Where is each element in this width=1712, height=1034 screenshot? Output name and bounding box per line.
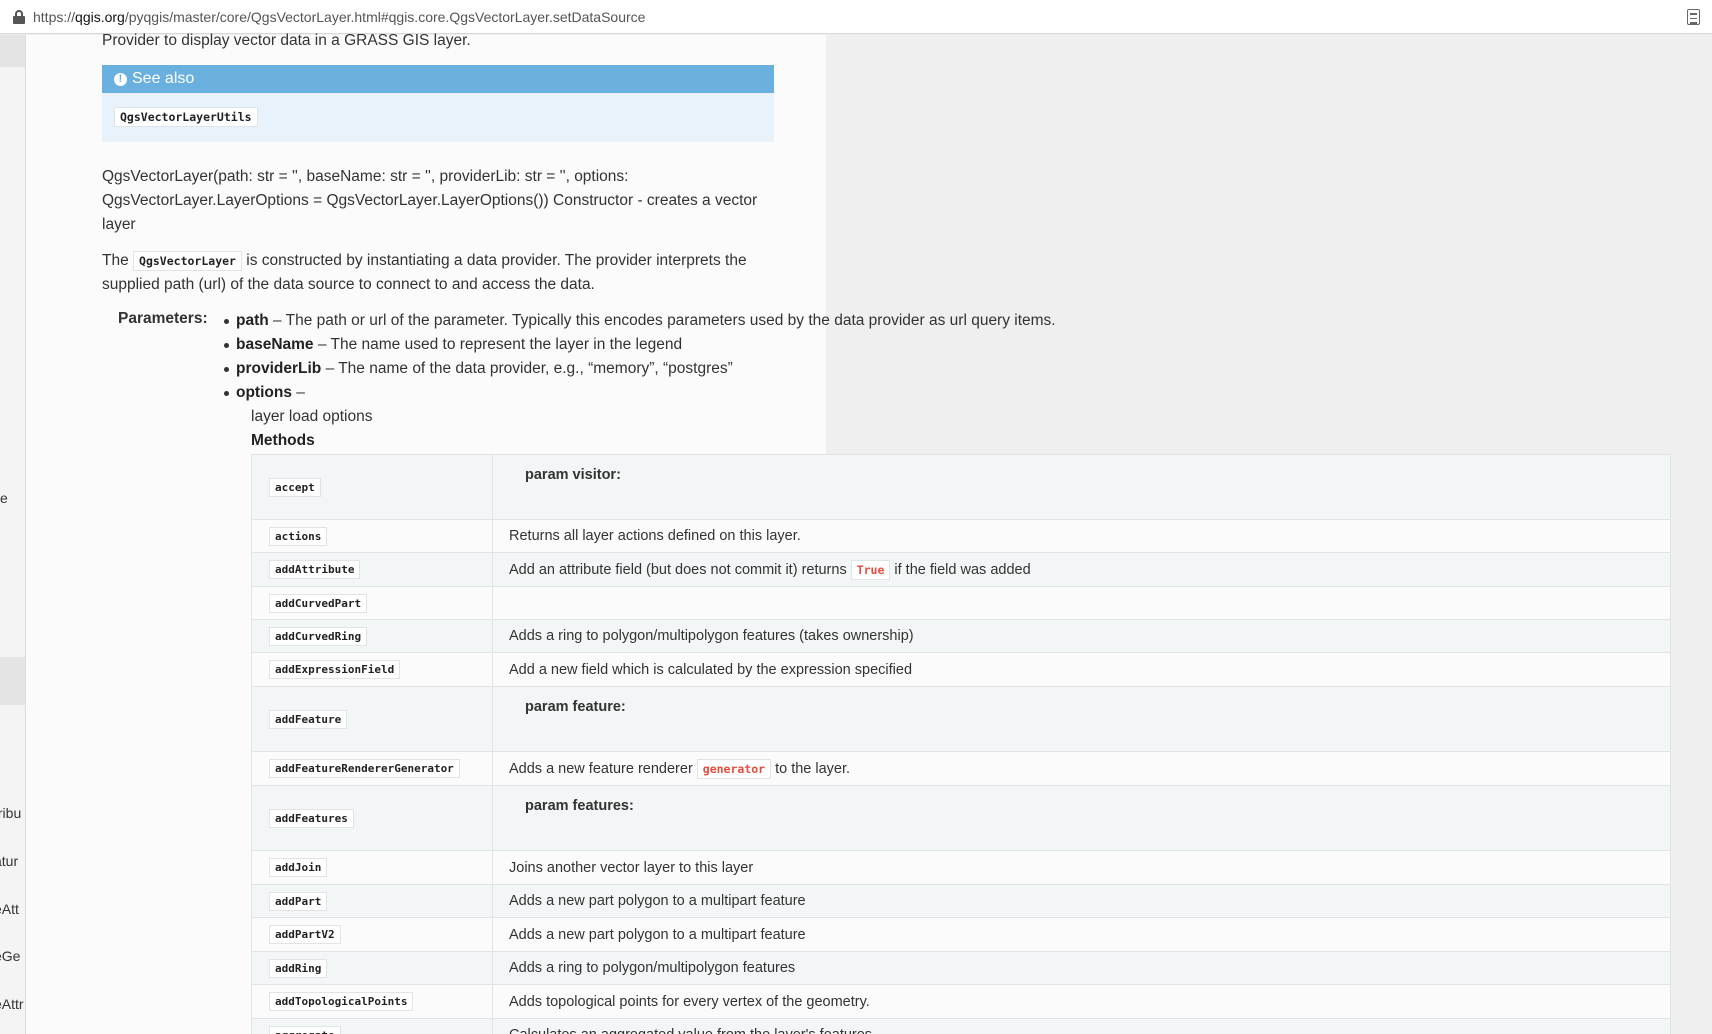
param-item: path – The path or url of the parameter.… <box>224 309 1056 333</box>
method-description: Joins another vector layer to this layer <box>493 851 1671 884</box>
table-row: addFeatures param features: <box>252 786 1671 851</box>
method-description: Add a new field which is calculated by t… <box>493 653 1671 686</box>
sidebar-item-fragment[interactable]: tribu <box>0 805 21 821</box>
sidebar-nav: e tribu atur eAtt eGe eAttr <box>0 35 26 1034</box>
method-name-link[interactable]: addFeature <box>269 709 348 729</box>
table-row: addAttribute Add an attribute field (but… <box>252 553 1671 587</box>
method-description: Adds a new part polygon to a multipart f… <box>493 885 1671 917</box>
method-description: Calculates an aggregated value from the … <box>493 1019 1671 1034</box>
see-also-box: ! See also QgsVectorLayerUtils <box>102 65 774 142</box>
method-description: Adds a ring to polygon/multipolygon feat… <box>493 620 1671 652</box>
see-also-title: See also <box>132 70 195 87</box>
param-item: providerLib – The name of the data provi… <box>224 357 733 381</box>
method-description: Returns all layer actions defined on thi… <box>493 520 1671 552</box>
see-also-link[interactable]: QgsVectorLayerUtils <box>114 107 258 127</box>
method-name-link[interactable]: actions <box>269 526 328 546</box>
constructor-signature-line: QgsVectorLayer.LayerOptions = QgsVectorL… <box>102 192 758 209</box>
table-row: addRing Adds a ring to polygon/multipoly… <box>252 952 1671 985</box>
table-row: addTopologicalPoints Adds topological po… <box>252 985 1671 1019</box>
sidebar-item-fragment[interactable]: atur <box>0 853 18 869</box>
method-description: Adds a new feature renderer generator to t… <box>493 752 1671 785</box>
methods-heading: Methods <box>251 432 315 449</box>
url-text[interactable]: https://qgis.org/pyqgis/master/core/QgsV… <box>33 9 645 25</box>
see-also-header: ! See also <box>102 65 774 93</box>
method-name-link[interactable]: aggregate <box>269 1025 341 1034</box>
method-name-link[interactable]: addPart <box>269 891 328 911</box>
parameters-label: Parameters: <box>118 310 208 327</box>
method-name-link[interactable]: addAttribute <box>269 560 361 579</box>
reader-view-icon[interactable] <box>1687 9 1700 25</box>
method-description: Adds a ring to polygon/multipolygon feat… <box>493 952 1671 984</box>
method-description: Add an attribute field (but does not com… <box>493 553 1671 586</box>
methods-table: accept param visitor: actions Returns al… <box>251 454 1671 1034</box>
table-row: addCurvedPart <box>252 587 1671 620</box>
inline-code[interactable]: QgsVectorLayer <box>133 251 242 271</box>
sidebar-item-fragment[interactable]: e <box>0 490 8 506</box>
lock-icon <box>13 9 25 24</box>
doc-text-line: Provider to display vector data in a GRA… <box>102 32 471 49</box>
description-line: The QgsVectorLayer is constructed by ins… <box>102 251 747 271</box>
method-description <box>493 587 1671 619</box>
param-item: baseName – The name used to represent th… <box>223 333 682 357</box>
table-row: addCurvedRing Adds a ring to polygon/mul… <box>252 620 1671 653</box>
table-row: addPart Adds a new part polygon to a mul… <box>252 885 1671 918</box>
method-description: param feature: <box>493 687 1671 751</box>
table-row: accept param visitor: <box>252 455 1671 520</box>
options-description: layer load options <box>251 408 373 425</box>
method-description: param features: <box>493 786 1671 850</box>
table-row: addFeatureRendererGenerator Adds a new f… <box>252 752 1671 786</box>
table-row: addFeature param feature: <box>252 687 1671 752</box>
info-icon: ! <box>114 72 127 86</box>
method-description: Adds topological points for every vertex… <box>493 985 1671 1018</box>
method-name-link[interactable]: addCurvedRing <box>269 626 368 646</box>
constructor-signature-line: layer <box>102 216 136 233</box>
constructor-signature-line: QgsVectorLayer(path: str = '', baseName:… <box>102 168 629 185</box>
table-row: addJoin Joins another vector layer to th… <box>252 851 1671 885</box>
method-name-link[interactable]: addRing <box>269 958 328 978</box>
sidebar-item-fragment[interactable]: eGe <box>0 948 20 964</box>
sidebar-item-fragment[interactable]: eAtt <box>0 901 19 917</box>
method-name-link[interactable]: addFeatures <box>269 808 354 828</box>
description-line: supplied path (url) of the data source t… <box>102 276 595 293</box>
method-description: param visitor: <box>493 455 1671 519</box>
table-row: addPartV2 Adds a new part polygon to a m… <box>252 918 1671 952</box>
method-name-link[interactable]: addPartV2 <box>269 925 341 944</box>
method-name-link[interactable]: addJoin <box>269 858 328 877</box>
method-name-link[interactable]: addTopologicalPoints <box>269 992 414 1011</box>
method-name-link[interactable]: addExpressionField <box>269 660 401 679</box>
table-row: actions Returns all layer actions define… <box>252 520 1671 553</box>
inline-code[interactable]: True <box>850 559 891 580</box>
table-row: aggregate Calculates an aggregated value… <box>252 1019 1671 1034</box>
sidebar-highlight <box>0 35 25 67</box>
method-name-link[interactable]: accept <box>269 477 321 497</box>
table-row: addExpressionField Add a new field which… <box>252 653 1671 687</box>
sidebar-highlight <box>0 657 25 705</box>
method-description: Adds a new part polygon to a multipart f… <box>493 918 1671 951</box>
sidebar-item-fragment[interactable]: eAttr <box>0 996 24 1012</box>
method-name-link[interactable]: addFeatureRendererGenerator <box>269 759 460 778</box>
param-item: options – <box>224 381 305 405</box>
method-name-link[interactable]: addCurvedPart <box>269 593 368 613</box>
inline-code[interactable]: generator <box>696 758 772 779</box>
